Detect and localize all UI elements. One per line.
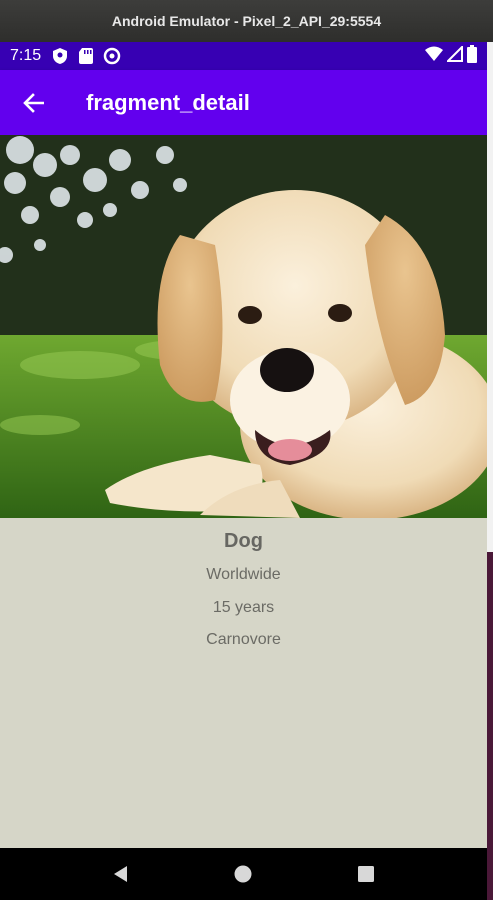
back-triangle-icon	[114, 866, 128, 882]
emulator-window-title: Android Emulator - Pixel_2_API_29:5554	[0, 0, 493, 42]
status-bar: 7:15	[0, 42, 487, 70]
home-circle-icon	[234, 865, 252, 883]
nav-home-button[interactable]	[223, 854, 263, 894]
status-time: 7:15	[10, 47, 42, 64]
shield-icon	[51, 47, 69, 65]
app-bar: fragment_detail	[0, 70, 487, 135]
animal-lifespan: 15 years	[212, 599, 275, 616]
system-nav-bar	[0, 848, 487, 900]
wifi-icon	[425, 46, 443, 67]
desktop-edge	[487, 42, 493, 900]
back-button[interactable]	[0, 70, 66, 135]
animal-name: Dog	[224, 530, 263, 552]
arrow-back-icon	[23, 92, 44, 113]
battery-icon	[467, 44, 477, 68]
recents-square-icon	[357, 866, 374, 882]
cell-signal-icon	[445, 44, 463, 67]
device-screen: 7:15 fragment_detail Dog Worldwide 15 ye…	[0, 42, 487, 900]
animal-diet: Carnovore	[206, 631, 281, 648]
nav-back-button[interactable]	[101, 854, 141, 894]
detail-content: Dog Worldwide 15 years Carnovore	[0, 135, 487, 848]
nav-recents-button[interactable]	[346, 854, 386, 894]
animal-location: Worldwide	[206, 566, 281, 583]
page-title: fragment_detail	[86, 89, 250, 115]
data-saver-icon	[103, 47, 121, 65]
animal-image	[0, 135, 487, 518]
sd-card-icon	[77, 47, 95, 65]
